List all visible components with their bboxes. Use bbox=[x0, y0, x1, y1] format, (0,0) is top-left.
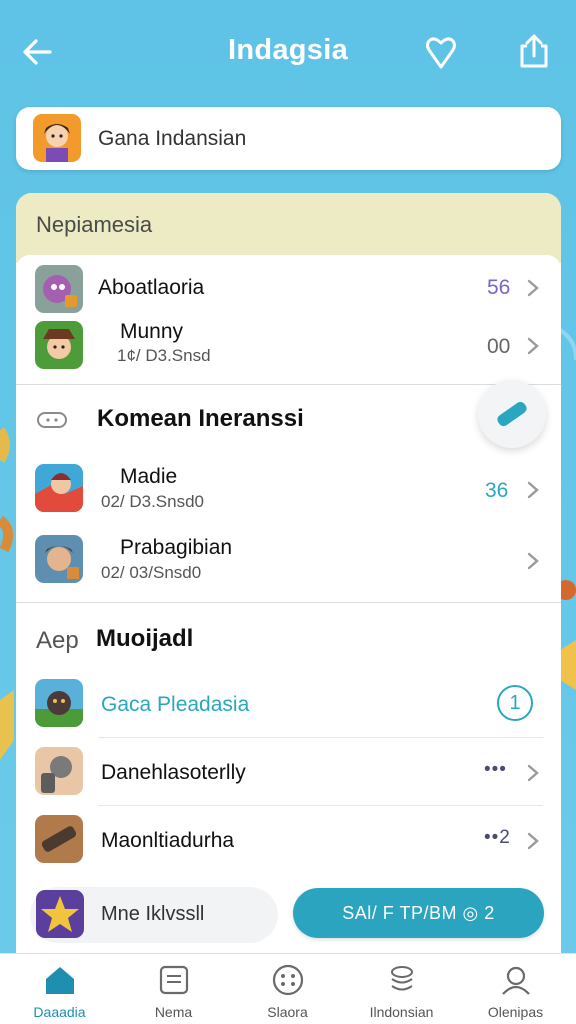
item-value: 00 bbox=[487, 335, 511, 358]
adventurer-character-icon bbox=[35, 535, 83, 583]
chevron-right-icon bbox=[527, 552, 539, 570]
tab-home[interactable]: Daaadia bbox=[2, 954, 117, 1024]
top-bar: Indagsia bbox=[0, 0, 576, 104]
item-avatar bbox=[35, 815, 83, 863]
section-header: Nepiamesia bbox=[16, 193, 561, 263]
edit-fab-button[interactable] bbox=[478, 380, 546, 448]
pill-thumbnail bbox=[36, 890, 84, 938]
item-avatar bbox=[35, 747, 83, 795]
item-avatar bbox=[35, 679, 83, 727]
chevron-right-icon bbox=[527, 481, 539, 499]
star-character-icon bbox=[36, 890, 84, 938]
item-name: Munny bbox=[120, 320, 184, 343]
item-name: Danehlasoterlly bbox=[101, 761, 246, 784]
share-icon[interactable] bbox=[516, 32, 552, 70]
item-subtitle: 02/ D3.Snsd0 bbox=[101, 492, 205, 511]
chevron-right-icon bbox=[527, 337, 539, 355]
list-item[interactable]: Munny 1¢/ D3.Snsd 00 bbox=[16, 317, 561, 377]
controller-icon bbox=[37, 412, 67, 428]
tab-grid[interactable]: Slaora bbox=[230, 954, 345, 1024]
game-thumbnail bbox=[33, 114, 81, 162]
hero-character-icon bbox=[35, 464, 83, 512]
item-name: Gaca Pleadasia bbox=[101, 693, 250, 716]
item-avatar bbox=[35, 265, 83, 313]
pencil-icon bbox=[497, 401, 527, 427]
item-subtitle: 02/ 03/Snsd0 bbox=[101, 563, 202, 582]
divider bbox=[16, 602, 561, 603]
chevron-right-icon bbox=[527, 279, 539, 297]
tab-label: Nema bbox=[154, 1004, 193, 1020]
notes-icon bbox=[159, 965, 189, 995]
item-avatar bbox=[35, 321, 83, 369]
home-icon bbox=[46, 967, 74, 994]
section-prefix: Aep bbox=[36, 627, 79, 654]
creature-character-icon bbox=[35, 679, 83, 727]
heart-location-icon[interactable] bbox=[424, 34, 458, 70]
explorer-character-icon bbox=[35, 321, 83, 369]
list-item[interactable]: Madie 02/ D3.Snsd0 36 bbox=[16, 460, 561, 522]
profile-icon bbox=[502, 966, 530, 995]
list-item[interactable]: Prabagibian 02/ 03/Snsd0 bbox=[16, 531, 561, 593]
chevron-right-icon bbox=[527, 832, 539, 850]
tab-label: Ilndonsian bbox=[369, 1004, 434, 1020]
item-value: 56 bbox=[487, 276, 511, 299]
pill-label: Mne Iklvssll bbox=[101, 903, 205, 925]
item-value: 36 bbox=[485, 479, 509, 502]
info-badge[interactable]: 1 bbox=[497, 685, 533, 721]
tab-label: Slaora bbox=[267, 1004, 308, 1020]
section-header-label: Nepiamesia bbox=[36, 212, 153, 237]
primary-cta-button[interactable]: SAl/ F TP/BM ◎ 2 bbox=[293, 888, 544, 938]
group-title: Komean Ineranssi bbox=[97, 405, 304, 432]
mask-character-icon bbox=[35, 747, 83, 795]
bear-character-icon bbox=[35, 265, 83, 313]
tab-notes[interactable]: Nema bbox=[116, 954, 231, 1024]
stack-icon bbox=[391, 966, 413, 991]
item-avatar bbox=[35, 535, 83, 583]
list-item[interactable]: Maonltiadurha ••2 bbox=[16, 809, 561, 873]
item-value: ••2 bbox=[484, 827, 511, 848]
list-item[interactable]: Danehlasoterlly ••• bbox=[16, 741, 561, 805]
item-name: Aboatlaoria bbox=[98, 276, 205, 299]
item-name: Prabagibian bbox=[120, 536, 233, 559]
item-value: ••• bbox=[484, 759, 507, 780]
item-subtitle: 1¢/ D3.Snsd bbox=[117, 346, 211, 365]
divider bbox=[98, 737, 543, 738]
tab-label: Olenipas bbox=[487, 1004, 544, 1020]
chevron-right-icon bbox=[527, 764, 539, 782]
game-character-icon bbox=[33, 114, 81, 162]
list-group-a: Aboatlaoria 56 Munny 1¢/ D3.Snsd 00 bbox=[16, 255, 561, 385]
game-selector[interactable]: Gana Indansian bbox=[16, 107, 561, 170]
main-card: Nepiamesia Aboatlaoria 56 Munny 1¢/ D3.S… bbox=[16, 193, 561, 953]
app-title: Indagsia bbox=[227, 34, 349, 66]
divider bbox=[98, 805, 543, 806]
list-item[interactable]: Aboatlaoria 56 bbox=[16, 263, 561, 313]
item-name: Maonltiadurha bbox=[101, 829, 235, 852]
item-name: Madie bbox=[120, 465, 178, 488]
list-item[interactable]: Gaca Pleadasia bbox=[16, 673, 561, 737]
game-bar-label: Gana Indansian bbox=[98, 127, 247, 150]
tab-profile[interactable]: Olenipas bbox=[458, 954, 573, 1024]
item-avatar bbox=[35, 464, 83, 512]
bottom-tab-bar: Daaadia Nema Slaora Ilndonsian Olenipas bbox=[0, 953, 576, 1024]
scroll-item-icon bbox=[35, 815, 83, 863]
tab-label: Daaadia bbox=[33, 1004, 86, 1020]
section-title: Muoijadl bbox=[96, 625, 194, 652]
grid-dots-icon bbox=[272, 964, 304, 996]
tab-stack[interactable]: Ilndonsian bbox=[344, 954, 459, 1024]
